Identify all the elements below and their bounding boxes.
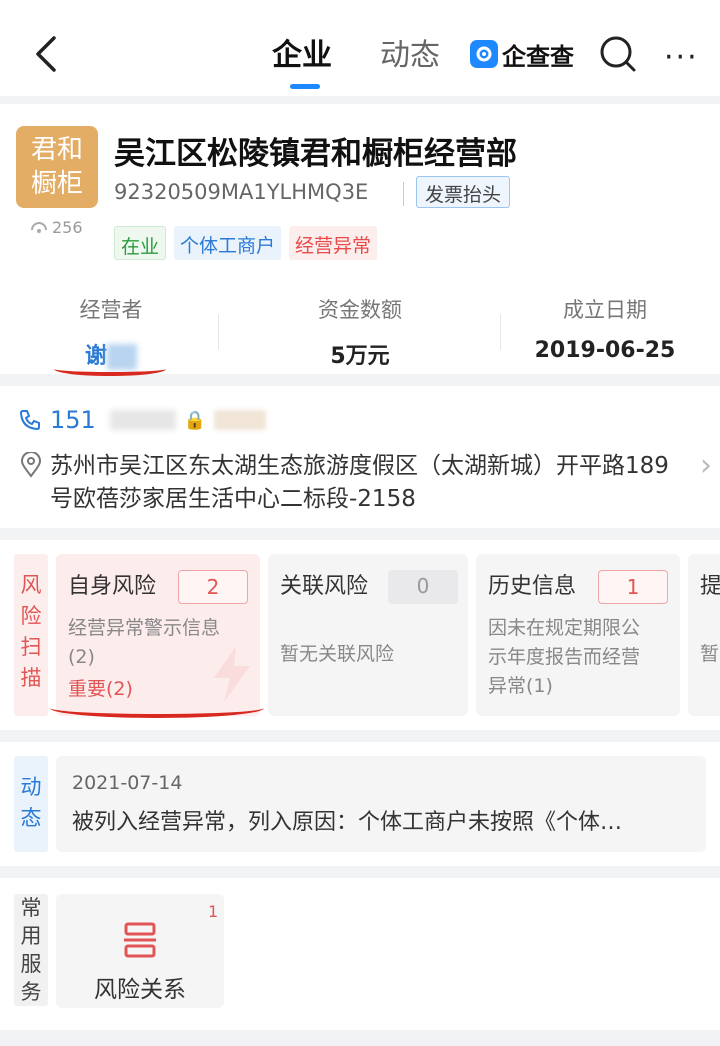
risk-relation-service[interactable]: 风险关系 1 <box>56 894 224 1008</box>
views-icon <box>31 221 47 233</box>
view-count: 256 <box>30 218 83 237</box>
company-tags: 在业 个体工商户 经营异常 <box>114 226 378 260</box>
address-text[interactable]: 苏州市吴江区东太湖生态旅游度假区（太湖新城）开平路189号欧蓓莎家居生活中心二标… <box>50 450 670 516</box>
vip-badge <box>214 410 267 430</box>
top-bar: 企业 动态 企查查 ··· <box>0 0 720 96</box>
self-risk-card[interactable]: 自身风险 2 经营异常警示信息 (2) 重要(2) <box>56 554 260 716</box>
tab-company[interactable]: 企业 <box>272 30 332 74</box>
company-stats: 经营者 谢 资金数额 5万元 成立日期 2019-06-25 <box>0 294 720 370</box>
lock-icon: 🔒 <box>183 409 207 431</box>
red-underline-annotation <box>54 362 166 376</box>
logo-line-2: 橱柜 <box>30 169 83 199</box>
dynamics-text: 被列入经营异常，列入原因：个体工商户未按照《个体… <box>72 810 623 835</box>
company-card: 君和 橱柜 256 吴江区松陵镇君和橱柜经营部 92320509MA1YLHMQ… <box>0 104 720 376</box>
operator-stat[interactable]: 经营者 谢 <box>56 294 166 370</box>
related-risk-desc: 暂无关联风险 <box>280 643 395 665</box>
active-tab-indicator <box>290 84 320 89</box>
tab-dynamics[interactable]: 动态 <box>380 30 440 74</box>
tip-desc: 暂 <box>700 643 720 665</box>
history-info-count: 1 <box>598 570 668 604</box>
location-pin-icon <box>20 452 42 478</box>
company-logo: 君和 橱柜 <box>16 126 98 208</box>
more-options-icon[interactable]: ··· <box>664 40 699 75</box>
back-arrow-icon[interactable] <box>30 34 66 74</box>
lightning-icon <box>214 646 250 702</box>
credit-code[interactable]: 92320509MA1YLHMQ3E <box>114 180 368 204</box>
contact-section: 151 🔒 苏州市吴江区东太湖生态旅游度假区（太湖新城）开平路189号欧蓓莎家居… <box>0 386 720 528</box>
self-risk-desc: 经营异常警示信息 (2) <box>68 617 221 668</box>
self-risk-count: 2 <box>178 570 248 604</box>
dynamics-card[interactable]: 2021-07-14 被列入经营异常，列入原因：个体工商户未按照《个体… <box>56 756 706 852</box>
redacted-phone <box>109 410 176 430</box>
founded-label: 成立日期 <box>563 298 647 322</box>
red-underline-annotation <box>50 698 264 718</box>
capital-stat: 资金数额 5万元 <box>290 294 430 370</box>
search-icon[interactable] <box>598 34 638 74</box>
capital-value: 5万元 <box>330 344 390 369</box>
risk-relation-label: 风险关系 <box>94 977 186 1003</box>
company-name: 吴江区松陵镇君和橱柜经营部 <box>114 136 517 172</box>
related-risk-card[interactable]: 关联风险 0 暂无关联风险 <box>268 554 468 716</box>
history-info-desc: 因未在规定期限公 示年度报告而经营 异常(1) <box>488 617 641 697</box>
tip-card[interactable]: 提 暂 <box>688 554 720 716</box>
tip-title: 提 <box>700 574 720 599</box>
capital-label: 资金数额 <box>318 298 402 322</box>
dynamics-date: 2021-07-14 <box>72 772 183 794</box>
brand-name: 企查查 <box>502 42 574 71</box>
risk-relation-icon <box>124 922 156 958</box>
divider <box>403 182 404 206</box>
risk-scan-label: 风险扫描 <box>14 554 48 716</box>
important-count: 重要(2) <box>68 678 133 700</box>
brand-logo: 企查查 <box>470 38 574 71</box>
common-services-section: 常用服务 风险关系 1 <box>0 878 720 1030</box>
dynamics-label: 动态 <box>14 756 48 852</box>
phone-row[interactable]: 151 🔒 <box>18 406 267 434</box>
qichacha-logo-icon <box>470 40 498 68</box>
invoice-title-button[interactable]: 发票抬头 <box>416 176 511 208</box>
status-tag: 在业 <box>114 226 167 260</box>
view-count-value: 256 <box>52 218 83 237</box>
logo-line-1: 君和 <box>30 135 83 165</box>
type-tag: 个体工商户 <box>174 226 282 260</box>
stat-divider <box>218 314 219 350</box>
phone-number[interactable]: 151 <box>50 406 96 434</box>
chevron-right-icon[interactable]: › <box>700 448 712 483</box>
related-risk-count: 0 <box>388 570 458 604</box>
history-info-card[interactable]: 历史信息 1 因未在规定期限公 示年度报告而经营 异常(1) <box>476 554 680 716</box>
risk-scan-section: 风险扫描 自身风险 2 经营异常警示信息 (2) 重要(2) 关联风险 0 暂无关… <box>0 540 720 730</box>
dynamics-section: 动态 2021-07-14 被列入经营异常，列入原因：个体工商户未按照《个体… <box>0 742 720 866</box>
operator-label: 经营者 <box>79 298 143 322</box>
stat-divider <box>500 314 501 350</box>
abnormal-tag[interactable]: 经营异常 <box>289 226 378 260</box>
services-label: 常用服务 <box>14 894 48 1006</box>
risk-relation-badge: 1 <box>208 902 219 921</box>
founded-value: 2019-06-25 <box>534 338 676 363</box>
phone-icon <box>19 410 40 431</box>
founded-stat: 成立日期 2019-06-25 <box>530 294 680 363</box>
